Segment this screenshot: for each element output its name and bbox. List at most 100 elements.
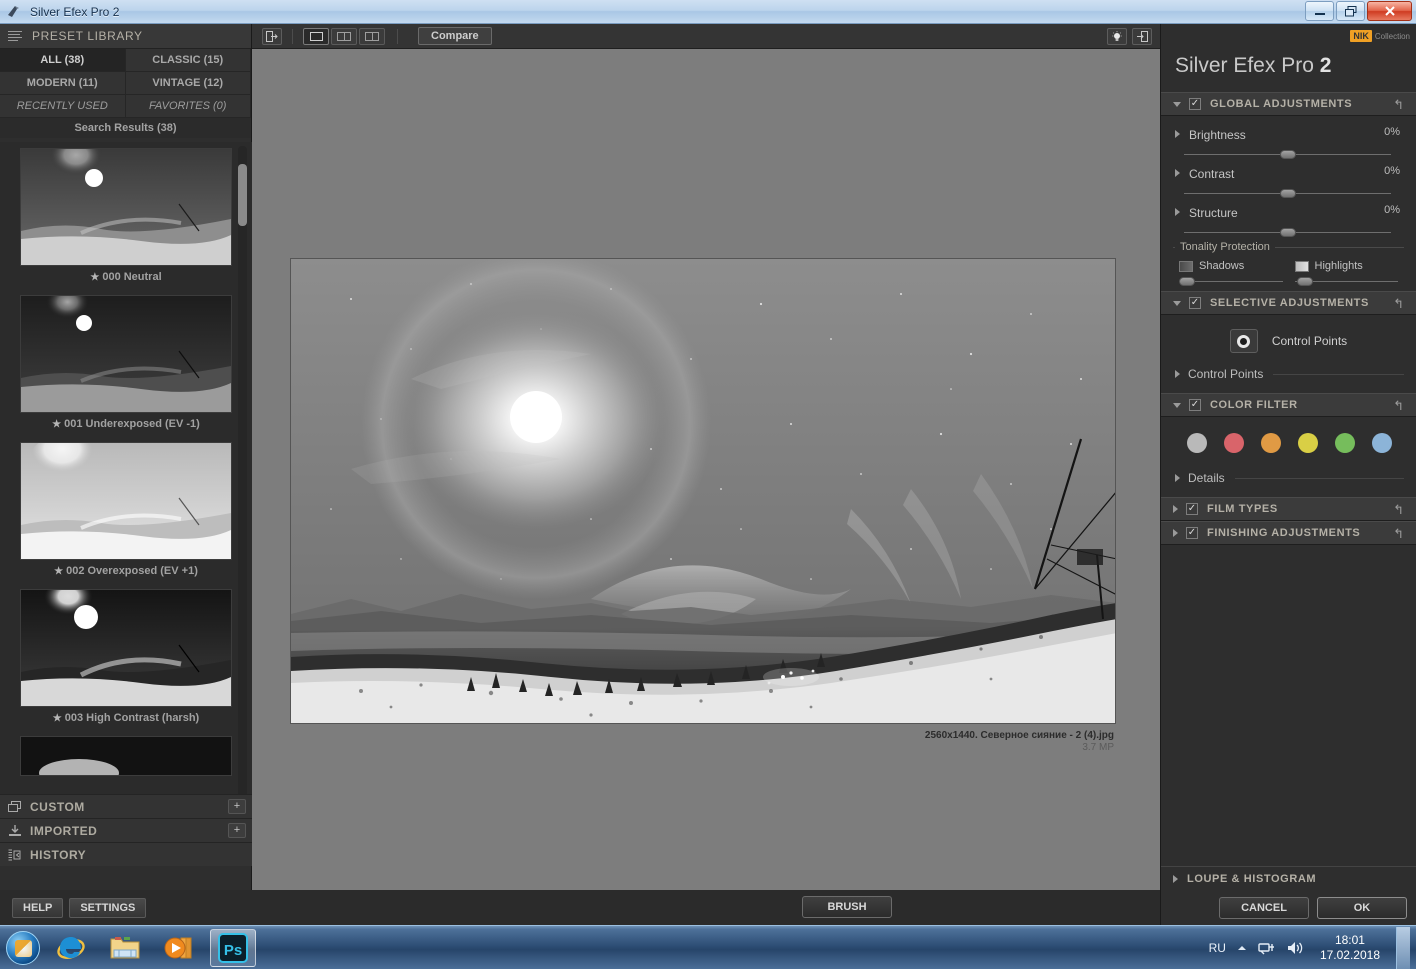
single-view-icon[interactable]: [303, 27, 329, 45]
filter-tab-favorites[interactable]: FAVORITES (0): [125, 95, 251, 118]
preset-list-scrollbar[interactable]: [238, 146, 247, 836]
global-adjustments-checkbox[interactable]: ✓: [1189, 98, 1201, 110]
favorite-star-icon[interactable]: ★: [52, 419, 61, 430]
color-swatch-green[interactable]: [1335, 433, 1355, 453]
selective-adjustments-checkbox[interactable]: ✓: [1189, 297, 1201, 309]
finishing-adjustments-checkbox[interactable]: ✓: [1186, 527, 1198, 539]
control-point-icon[interactable]: [1229, 329, 1258, 353]
control-points-expander[interactable]: Control Points: [1161, 363, 1416, 385]
tonality-shadows[interactable]: Shadows: [1173, 260, 1289, 286]
filter-tab-vintage[interactable]: VINTAGE (12): [125, 72, 251, 95]
filter-tab-modern[interactable]: MODERN (11): [0, 72, 126, 95]
section-color-filter-header[interactable]: ✓ COLOR FILTER ↰: [1161, 393, 1416, 417]
slider-structure[interactable]: Structure 0%: [1161, 194, 1416, 237]
reset-arrow-icon[interactable]: ↰: [1393, 502, 1404, 518]
network-icon[interactable]: [1258, 940, 1276, 956]
filter-tab-recently-used[interactable]: RECENTLY USED: [0, 95, 126, 118]
shadows-track[interactable]: [1179, 277, 1283, 286]
tray-language[interactable]: RU: [1209, 941, 1226, 955]
clock[interactable]: 18:01 17.02.2018: [1314, 933, 1386, 963]
taskbar-item-photoshop[interactable]: Ps: [210, 928, 256, 967]
section-selective-adjustments-header[interactable]: ✓ SELECTIVE ADJUSTMENTS ↰: [1161, 291, 1416, 315]
chevron-down-icon[interactable]: [1173, 101, 1181, 107]
color-swatch-yellow[interactable]: [1298, 433, 1318, 453]
slider-contrast[interactable]: Contrast 0%: [1161, 155, 1416, 198]
collapse-panel-icon[interactable]: [1132, 28, 1152, 45]
sidebar-item-imported[interactable]: IMPORTED +: [0, 818, 252, 842]
filter-tab-classic[interactable]: CLASSIC (15): [125, 49, 251, 72]
shadows-knob[interactable]: [1179, 277, 1195, 286]
tonality-highlights[interactable]: Highlights: [1289, 260, 1405, 286]
chevron-down-icon[interactable]: [1173, 402, 1181, 408]
chevron-right-icon[interactable]: [1173, 874, 1178, 883]
filter-tab-all[interactable]: ALL (38): [0, 49, 126, 72]
chevron-right-icon[interactable]: [1175, 370, 1180, 378]
slider-track[interactable]: [1184, 228, 1391, 237]
color-swatch-orange[interactable]: [1261, 433, 1281, 453]
preview-image[interactable]: [290, 258, 1116, 724]
reset-arrow-icon[interactable]: ↰: [1393, 296, 1404, 312]
export-icon[interactable]: [262, 27, 282, 45]
favorite-star-icon[interactable]: ★: [53, 713, 62, 724]
list-item[interactable]: ★ 003 High Contrast (harsh): [0, 583, 252, 730]
volume-icon[interactable]: [1286, 940, 1304, 956]
reset-arrow-icon[interactable]: ↰: [1393, 526, 1404, 542]
preset-thumbnail[interactable]: [20, 148, 232, 266]
chevron-up-icon[interactable]: [1236, 942, 1248, 954]
highlights-knob[interactable]: [1296, 277, 1313, 286]
chevron-right-icon[interactable]: [1175, 169, 1180, 177]
details-expander[interactable]: Details: [1161, 467, 1416, 489]
favorite-star-icon[interactable]: ★: [54, 566, 63, 577]
list-item[interactable]: ★ 002 Overexposed (EV +1): [0, 436, 252, 583]
list-item[interactable]: [0, 730, 252, 776]
list-item[interactable]: ★ 000 Neutral: [0, 142, 252, 289]
add-imported-preset-button[interactable]: +: [228, 823, 246, 838]
film-types-checkbox[interactable]: ✓: [1186, 503, 1198, 515]
slider-brightness[interactable]: Brightness 0%: [1161, 116, 1416, 159]
chevron-right-icon[interactable]: [1175, 130, 1180, 138]
side-by-side-icon[interactable]: [359, 27, 385, 45]
color-swatch-neutral[interactable]: [1187, 433, 1207, 453]
reset-arrow-icon[interactable]: ↰: [1393, 398, 1404, 414]
chevron-right-icon[interactable]: [1173, 529, 1178, 537]
help-button[interactable]: HELP: [12, 897, 64, 918]
show-desktop-button[interactable]: [1396, 927, 1410, 969]
sidebar-item-custom[interactable]: CUSTOM +: [0, 794, 252, 818]
section-finishing-adjustments-header[interactable]: ✓ FINISHING ADJUSTMENTS ↰: [1161, 521, 1416, 545]
settings-button[interactable]: SETTINGS: [69, 897, 147, 918]
preset-thumbnail[interactable]: [20, 589, 232, 707]
highlights-track[interactable]: [1294, 277, 1398, 286]
chevron-right-icon[interactable]: [1175, 474, 1180, 482]
taskbar-item-media-player[interactable]: [156, 929, 202, 967]
image-canvas[interactable]: 2560x1440. Северное сияние - 2 (4).jpg 3…: [252, 49, 1160, 925]
preset-list[interactable]: ★ 000 Neutral ★ 001 Underexposed (EV -1)…: [0, 142, 252, 842]
menu-icon[interactable]: [8, 30, 22, 42]
chevron-right-icon[interactable]: [1175, 208, 1180, 216]
compare-button[interactable]: Compare: [418, 27, 492, 45]
ok-button[interactable]: OK: [1317, 896, 1407, 919]
color-filter-checkbox[interactable]: ✓: [1189, 399, 1201, 411]
minimize-button[interactable]: [1305, 1, 1334, 21]
slider-knob[interactable]: [1279, 228, 1296, 237]
cancel-button[interactable]: CANCEL: [1219, 896, 1309, 919]
taskbar-item-file-explorer[interactable]: [102, 929, 148, 967]
chevron-down-icon[interactable]: [1173, 300, 1181, 306]
reset-arrow-icon[interactable]: ↰: [1393, 97, 1404, 113]
chevron-right-icon[interactable]: [1173, 505, 1178, 513]
sidebar-item-history[interactable]: HISTORY: [0, 842, 252, 866]
start-button[interactable]: [6, 930, 40, 965]
split-view-icon[interactable]: [331, 27, 357, 45]
scrollbar-thumb[interactable]: [238, 164, 247, 226]
lightbulb-icon[interactable]: [1107, 28, 1127, 45]
preset-thumbnail[interactable]: [20, 442, 232, 560]
close-button[interactable]: [1367, 1, 1412, 21]
taskbar-item-internet-explorer[interactable]: [48, 929, 94, 967]
favorite-star-icon[interactable]: ★: [90, 272, 99, 283]
preset-thumbnail[interactable]: [20, 736, 232, 776]
list-item[interactable]: ★ 001 Underexposed (EV -1): [0, 289, 252, 436]
brush-button[interactable]: BRUSH: [802, 896, 892, 918]
color-swatch-blue[interactable]: [1372, 433, 1392, 453]
section-global-adjustments-header[interactable]: ✓ GLOBAL ADJUSTMENTS ↰: [1161, 92, 1416, 116]
preset-thumbnail[interactable]: [20, 295, 232, 413]
color-swatch-red[interactable]: [1224, 433, 1244, 453]
